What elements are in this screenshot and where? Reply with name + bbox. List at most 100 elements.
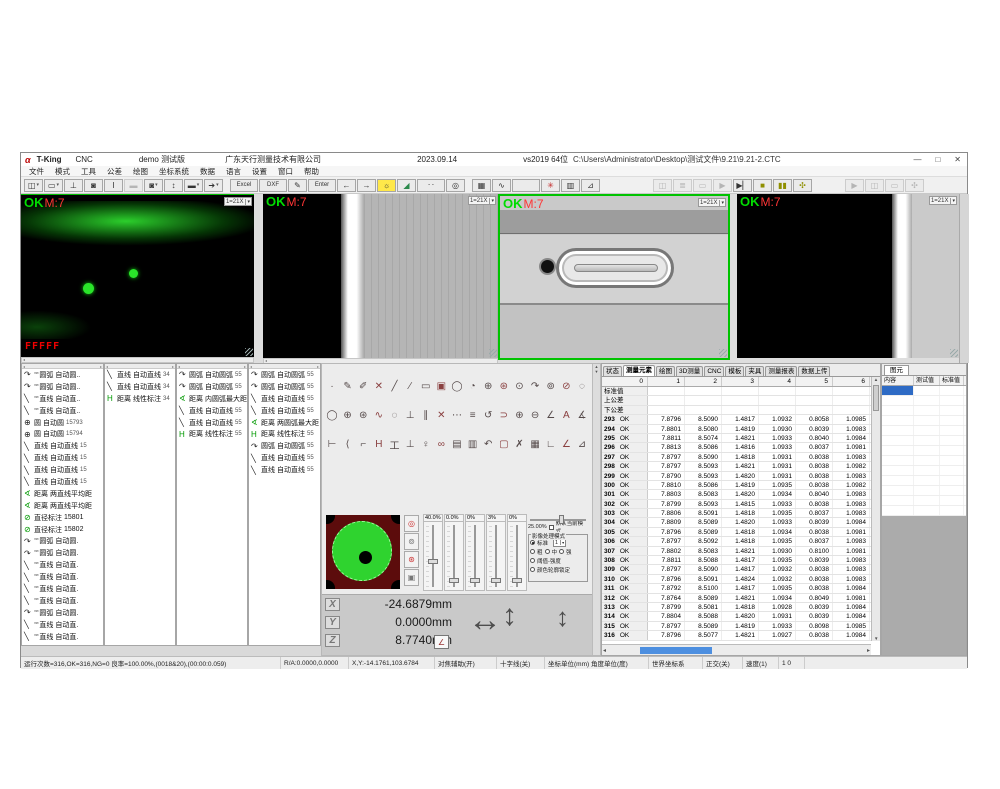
table-vertical-scrollbar[interactable]: ▲▼: [871, 377, 880, 641]
pause-button[interactable]: ▮▮: [773, 179, 792, 192]
arrow-right-button[interactable]: →: [357, 179, 376, 192]
radio-icon[interactable]: [530, 549, 535, 554]
measure-tool-icon[interactable]: ∠: [544, 408, 558, 422]
lasso-button[interactable]: ∿: [492, 179, 511, 192]
table-row[interactable]: 314OK7.88048.50881.48201.09310.80391.098…: [602, 612, 880, 621]
measure-tool-icon[interactable]: ╱: [388, 379, 402, 393]
measure-tool-icon[interactable]: ⊕: [513, 408, 527, 422]
jog-horizontal-icon[interactable]: ↔: [468, 607, 502, 633]
menu-item-帮助[interactable]: 帮助: [304, 166, 319, 177]
table-row[interactable]: 297OK7.87978.50901.48181.09310.80381.098…: [602, 453, 880, 462]
tool-button[interactable]: ✣: [793, 179, 812, 192]
zoom-level-dropdown[interactable]: 1=21X▾: [929, 196, 957, 205]
minus-button[interactable]: - -: [417, 179, 445, 192]
menu-item-设置[interactable]: 设置: [252, 166, 267, 177]
element-item[interactable]: ⊘直径标注15801: [22, 512, 103, 524]
jog-vertical-icon[interactable]: ↕: [502, 599, 517, 633]
menu-item-模式[interactable]: 模式: [55, 166, 70, 177]
table-row[interactable]: 298OK7.87978.50931.48211.09310.80381.098…: [602, 462, 880, 471]
blank2-button[interactable]: [512, 179, 540, 192]
element-item[interactable]: ↷圆弧自动圆弧55: [249, 369, 320, 381]
chart-button[interactable]: ⊿: [581, 179, 600, 192]
radio-icon[interactable]: [530, 567, 535, 572]
scroll-right-icon[interactable]: ▸: [867, 647, 870, 654]
ibeam-button[interactable]: I: [104, 179, 123, 192]
measure-tool-icon[interactable]: ∡: [575, 408, 589, 422]
measure-tool-icon[interactable]: ∿: [372, 408, 386, 422]
element-item[interactable]: ╲直线自动直线55: [249, 452, 320, 464]
measure-tool-icon[interactable]: ⋯: [450, 408, 464, 422]
measure-tool-icon[interactable]: ⊙: [513, 379, 527, 393]
barcode-button[interactable]: ▥: [561, 179, 580, 192]
element-item[interactable]: ↷圆弧自动圆弧55: [249, 381, 320, 393]
element-item[interactable]: ∢距离两直线平均距: [22, 488, 103, 500]
trend-chart-button[interactable]: ∠: [434, 635, 449, 649]
element-item[interactable]: ↷***圆弧自动圆..: [22, 381, 103, 393]
element-row[interactable]: [882, 406, 966, 416]
measure-tool-icon[interactable]: A: [559, 408, 573, 422]
table-row[interactable]: 312OK7.87648.50891.48211.09340.80491.098…: [602, 594, 880, 603]
jog-z-icon[interactable]: ↕: [556, 601, 569, 633]
element-item[interactable]: ╲直线自动直线55: [249, 464, 320, 476]
tab-数据上传[interactable]: 数据上传: [798, 366, 830, 376]
save-button[interactable]: ◫▾: [24, 179, 43, 192]
tab-模板[interactable]: 模板: [725, 366, 744, 376]
element-item[interactable]: ∢距离两直线平均距: [22, 500, 103, 512]
resize-grip[interactable]: [489, 349, 497, 357]
enter-button[interactable]: Enter: [308, 179, 336, 192]
measure-tool-icon[interactable]: ◌: [575, 379, 589, 393]
measure-tool-icon[interactable]: ✐: [356, 379, 370, 393]
measure-tool-icon[interactable]: ⊢: [325, 437, 339, 451]
measure-tool-icon[interactable]: ∥: [419, 408, 433, 422]
light-channel-slider[interactable]: 0.0%: [444, 514, 464, 591]
arrow-fwd-button[interactable]: ➔▾: [204, 179, 223, 192]
probe-down-button[interactable]: ◙▾: [144, 179, 163, 192]
zoom-level-dropdown[interactable]: 1=21X▾: [468, 196, 496, 205]
camera-view-1[interactable]: OK M:7 1=21X▾ FFFFF: [21, 194, 254, 357]
light-channel-slider[interactable]: 40.0%: [423, 514, 443, 591]
menu-item-窗口[interactable]: 窗口: [278, 166, 293, 177]
element-item[interactable]: ╲直线自动直线55: [249, 393, 320, 405]
table-row[interactable]: 309OK7.87978.50901.48171.09320.80381.098…: [602, 565, 880, 574]
toolbox-scrollbar[interactable]: ▲▼: [592, 364, 600, 655]
menu-item-公差[interactable]: 公差: [107, 166, 122, 177]
light-channel-slider[interactable]: 0%: [465, 514, 485, 591]
element-item[interactable]: Η距离线性标注34: [105, 393, 175, 405]
measure-tool-icon[interactable]: ⊥: [403, 437, 417, 451]
slider-thumb[interactable]: [449, 578, 459, 583]
element-item[interactable]: ╲***直线自动直..: [22, 393, 103, 405]
tab-夹具[interactable]: 夹具: [745, 366, 764, 376]
light-button[interactable]: ☼: [377, 179, 396, 192]
updown-button[interactable]: ↕: [164, 179, 183, 192]
gain-slider[interactable]: [528, 514, 588, 523]
measure-tool-icon[interactable]: ⊛: [497, 379, 511, 393]
element-item[interactable]: ╲***直线自动直.: [22, 619, 103, 631]
radio-icon[interactable]: [530, 558, 535, 563]
element-item[interactable]: ╲直线自动直线15: [22, 452, 103, 464]
light-channel-slider[interactable]: 3%: [486, 514, 506, 591]
element-item[interactable]: ↷***圆弧自动圆.: [22, 607, 103, 619]
element-item[interactable]: ╲直线自动直线15: [22, 464, 103, 476]
table-row[interactable]: 307OK7.88028.50831.48211.09300.81001.098…: [602, 547, 880, 556]
measure-tool-icon[interactable]: ∟: [544, 437, 558, 451]
element-item[interactable]: ∢距离内圆弧最大距: [177, 393, 247, 405]
measure-tool-icon[interactable]: ▣: [434, 379, 448, 393]
measure-tool-icon[interactable]: ⌐: [356, 437, 370, 451]
camera-view-4[interactable]: OK M:7 1=21X▾: [737, 194, 959, 358]
table-row[interactable]: 308OK7.88118.50881.48171.09350.80391.098…: [602, 556, 880, 565]
light-channel-slider[interactable]: 0%: [507, 514, 527, 591]
measure-tool-icon[interactable]: ≡: [466, 408, 480, 422]
probe-button[interactable]: ◙: [84, 179, 103, 192]
table-row[interactable]: 302OK7.87998.50931.48151.09330.80381.098…: [602, 500, 880, 509]
measure-tool-icon[interactable]: ▦: [528, 437, 542, 451]
arrow-left-button[interactable]: ←: [337, 179, 356, 192]
pattern-button[interactable]: ▦: [472, 179, 491, 192]
element-item[interactable]: ╲***直线自动直..: [22, 405, 103, 417]
measure-tool-icon[interactable]: ⊚: [544, 379, 558, 393]
measure-tool-icon[interactable]: ▤: [450, 437, 464, 451]
magnifier-button[interactable]: ◎: [446, 179, 465, 192]
element-item[interactable]: ╲直线自动直线55: [249, 405, 320, 417]
element-item[interactable]: ╲***直线自动直.: [22, 559, 103, 571]
measure-tool-icon[interactable]: ⊕: [341, 408, 355, 422]
maximize-button[interactable]: □: [935, 155, 940, 164]
